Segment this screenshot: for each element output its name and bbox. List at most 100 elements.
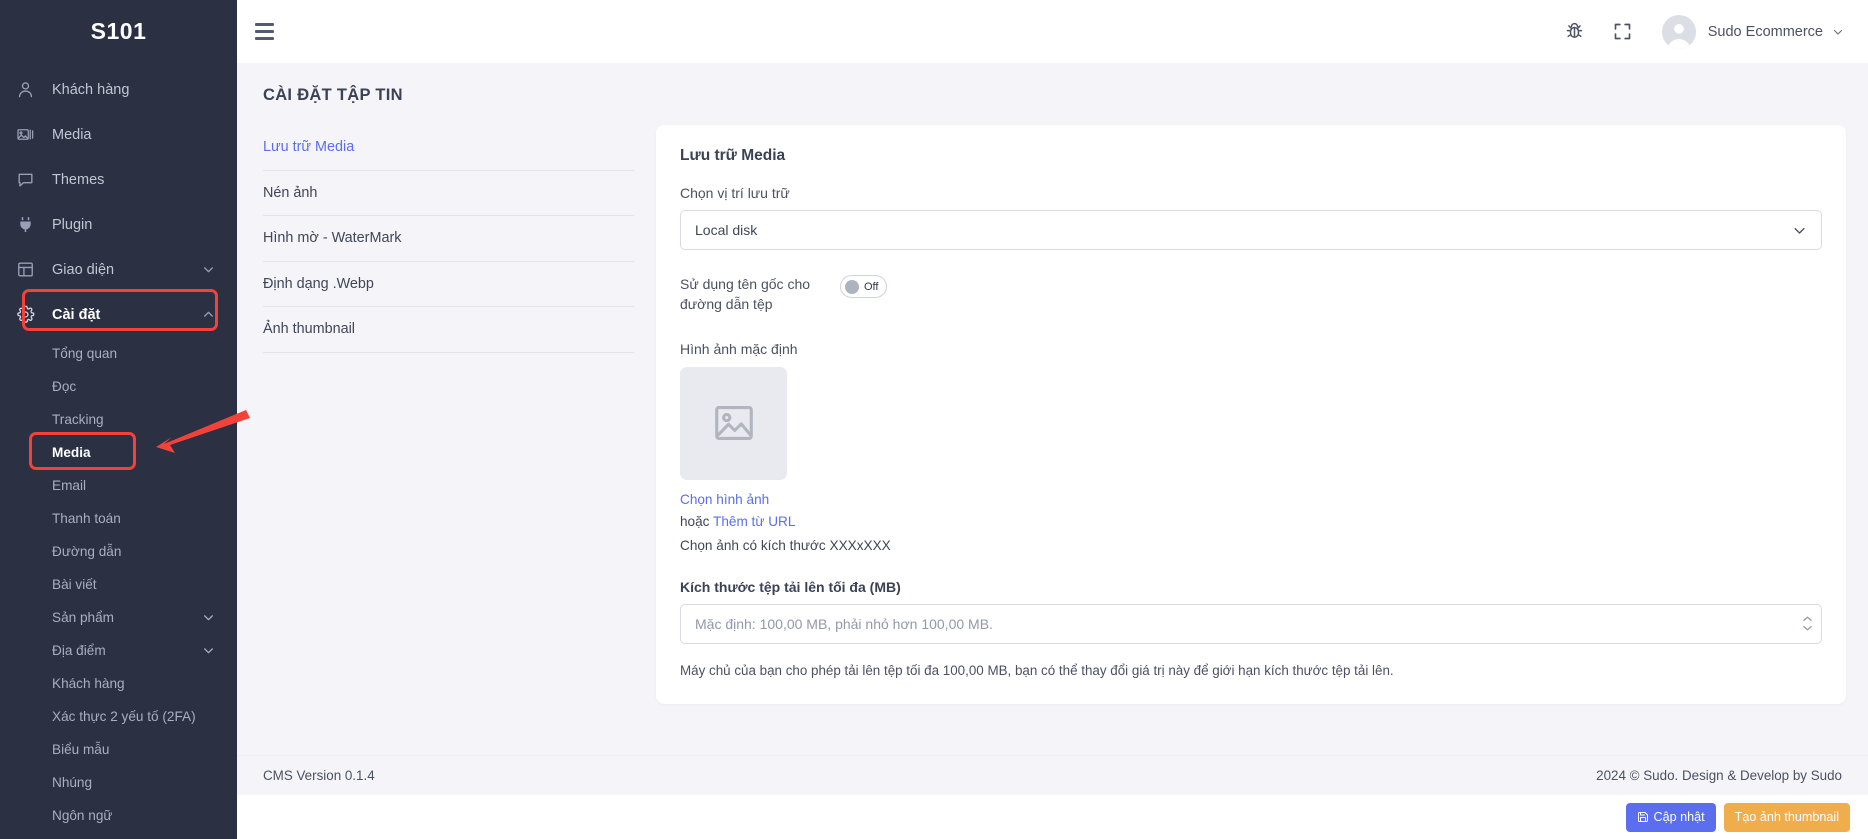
chevron-down-icon xyxy=(1832,26,1844,38)
sidebar-subitem-thanh-toan[interactable]: Thanh toán xyxy=(0,502,237,535)
sidebar-item-label: Media xyxy=(52,126,92,143)
sidebar-subitem-2fa[interactable]: Xác thực 2 yếu tố (2FA) xyxy=(0,700,237,733)
user-icon xyxy=(14,79,36,101)
card-title: Lưu trữ Media xyxy=(680,147,786,164)
sidebar-subitem-label: Đọc xyxy=(52,379,77,394)
chevron-down-icon xyxy=(202,263,215,276)
default-image-links: Chọn hình ảnh hoặc Thêm từ URL xyxy=(680,489,1822,533)
tab-label: Nén ảnh xyxy=(263,184,318,201)
top-bar: Sudo Ecommerce xyxy=(237,0,1868,63)
sidebar-subitem-label: Xác thực 2 yếu tố (2FA) xyxy=(52,709,196,724)
chevron-down-icon xyxy=(202,644,215,657)
sidebar-subitem-bai-viet[interactable]: Bài viết xyxy=(0,568,237,601)
max-upload-size-field[interactable] xyxy=(680,603,1822,644)
sidebar-item-cai-dat[interactable]: Cài đặt xyxy=(0,292,237,337)
sidebar-item-themes[interactable]: Themes xyxy=(0,157,237,202)
page-title: CÀI ĐẶT TẬP TIN xyxy=(263,86,403,104)
storage-location-label: Chọn vị trí lưu trữ xyxy=(680,185,790,201)
sidebar-subitem-nhung[interactable]: Nhúng xyxy=(0,766,237,799)
quantity-stepper[interactable] xyxy=(1802,615,1813,632)
sidebar-subitem-duong-dan[interactable]: Đường dẫn xyxy=(0,535,237,568)
tab-hinh-mo-watermark[interactable]: Hình mờ - WaterMark xyxy=(263,216,634,262)
sidebar-item-label: Themes xyxy=(52,171,105,188)
tab-luu-tru-media[interactable]: Lưu trữ Media xyxy=(263,125,634,171)
tab-anh-thumbnail[interactable]: Ảnh thumbnail xyxy=(263,307,634,353)
tab-label: Định dạng .Webp xyxy=(263,275,374,292)
settings-subnav: Tổng quan Đọc Tracking Media Email Thanh… xyxy=(0,337,237,838)
tab-nen-anh[interactable]: Nén ảnh xyxy=(263,171,634,216)
sidebar-item-plugin[interactable]: Plugin xyxy=(0,202,237,247)
default-image-label: Hình ảnh mặc định xyxy=(680,340,798,357)
bug-icon[interactable] xyxy=(1558,15,1592,49)
sidebar-subitem-email[interactable]: Email xyxy=(0,469,237,502)
tab-label: Lưu trữ Media xyxy=(263,139,355,156)
original-name-toggle[interactable]: Off xyxy=(840,275,887,298)
hamburger-icon[interactable] xyxy=(255,19,281,45)
chevron-down-icon xyxy=(202,611,215,624)
sidebar: S101 Khách hàng Media Themes Plugin Giao… xyxy=(0,0,237,839)
sidebar-subitem-bieu-mau[interactable]: Biểu mẫu xyxy=(0,733,237,766)
footer: CMS Version 0.1.4 2024 © Sudo. Design & … xyxy=(237,755,1868,795)
original-name-label: Sử dụng tên gốc cho đường dẫn tệp xyxy=(680,276,811,313)
chevron-up-icon xyxy=(202,308,215,321)
sidebar-item-label: Cài đặt xyxy=(52,306,101,323)
settings-tab-list: Lưu trữ Media Nén ảnh Hình mờ - WaterMar… xyxy=(259,125,634,353)
cms-version: CMS Version 0.1.4 xyxy=(263,768,375,783)
sidebar-subitem-label: Thanh toán xyxy=(52,511,121,526)
max-upload-size-input[interactable] xyxy=(695,615,1802,632)
user-menu[interactable]: Sudo Ecommerce xyxy=(1661,14,1844,49)
sidebar-subitem-doc[interactable]: Đọc xyxy=(0,370,237,403)
chevron-down-icon xyxy=(1792,223,1807,238)
sidebar-subitem-media[interactable]: Media xyxy=(0,436,237,469)
choose-image-link[interactable]: Chọn hình ảnh xyxy=(680,489,1822,511)
sidebar-subitem-san-pham[interactable]: Sản phẩm xyxy=(0,601,237,634)
tab-dinh-dang-webp[interactable]: Định dạng .Webp xyxy=(263,262,634,307)
main-region: Sudo Ecommerce CÀI ĐẶT TẬP TIN Lưu trữ M… xyxy=(237,0,1868,839)
chat-icon xyxy=(14,169,36,191)
sidebar-subitem-dia-diem[interactable]: Địa điểm xyxy=(0,634,237,667)
tab-label: Ảnh thumbnail xyxy=(263,321,356,338)
sidebar-subitem-label: Nhúng xyxy=(52,775,93,790)
user-name: Sudo Ecommerce xyxy=(1707,23,1823,40)
default-image-preview[interactable] xyxy=(680,366,787,480)
sidebar-subitem-ngon-ngu[interactable]: Ngôn ngữ xyxy=(0,799,237,832)
sidebar-subitem-label: Địa điểm xyxy=(52,643,106,658)
sidebar-subitem-khach-hang[interactable]: Khách hàng xyxy=(0,667,237,700)
create-thumbnail-button[interactable]: Tạo ảnh thumbnail xyxy=(1723,802,1850,832)
default-image-hint: Chọn ảnh có kích thước XXXxXXX xyxy=(680,537,891,553)
toggle-knob xyxy=(845,279,859,294)
app-root: S101 Khách hàng Media Themes Plugin Giao… xyxy=(0,0,1868,839)
sidebar-subitem-label: Sản phẩm xyxy=(52,610,114,625)
copyright: 2024 © Sudo. Design & Develop by Sudo xyxy=(1596,768,1842,783)
sidebar-item-giao-dien[interactable]: Giao diện xyxy=(0,247,237,292)
sidebar-item-media[interactable]: Media xyxy=(0,112,237,157)
tab-label: Hình mờ - WaterMark xyxy=(263,230,402,247)
layout-icon xyxy=(14,259,36,281)
toggle-state-label: Off xyxy=(864,280,879,293)
or-url-line: hoặc Thêm từ URL xyxy=(680,511,1822,533)
content-area: CÀI ĐẶT TẬP TIN Lưu trữ Media Nén ảnh Hì… xyxy=(237,63,1868,755)
add-from-url-link[interactable]: Thêm từ URL xyxy=(713,514,795,529)
save-icon xyxy=(1637,812,1648,822)
max-upload-size-note: Máy chủ của bạn cho phép tải lên tệp tối… xyxy=(680,662,1394,678)
sidebar-subitem-label: Tổng quan xyxy=(52,346,118,361)
sidebar-subitem-label: Đường dẫn xyxy=(52,544,122,559)
fullscreen-icon[interactable] xyxy=(1606,15,1640,49)
sidebar-item-label: Plugin xyxy=(52,216,93,233)
sidebar-subitem-label: Ngôn ngữ xyxy=(52,808,113,823)
plug-icon xyxy=(14,214,36,236)
avatar xyxy=(1661,14,1696,49)
max-upload-size-label: Kích thước tệp tải lên tối đa (MB) xyxy=(680,578,901,595)
sidebar-item-khach-hang[interactable]: Khách hàng xyxy=(0,67,237,112)
original-name-row: Sử dụng tên gốc cho đường dẫn tệp Off xyxy=(680,274,1822,315)
settings-columns: Lưu trữ Media Nén ảnh Hình mờ - WaterMar… xyxy=(259,125,1846,704)
sidebar-subitem-label: Bài viết xyxy=(52,577,97,592)
settings-card: Lưu trữ Media Chọn vị trí lưu trữ Local … xyxy=(656,125,1846,704)
or-text: hoặc xyxy=(680,513,714,529)
update-button[interactable]: Cập nhật xyxy=(1625,802,1716,832)
sidebar-subitem-tracking[interactable]: Tracking xyxy=(0,403,237,436)
create-thumbnail-button-label: Tạo ảnh thumbnail xyxy=(1734,810,1839,824)
sidebar-subitem-tong-quan[interactable]: Tổng quan xyxy=(0,337,237,370)
storage-location-select[interactable]: Local disk xyxy=(680,210,1822,250)
gear-icon xyxy=(14,304,36,326)
